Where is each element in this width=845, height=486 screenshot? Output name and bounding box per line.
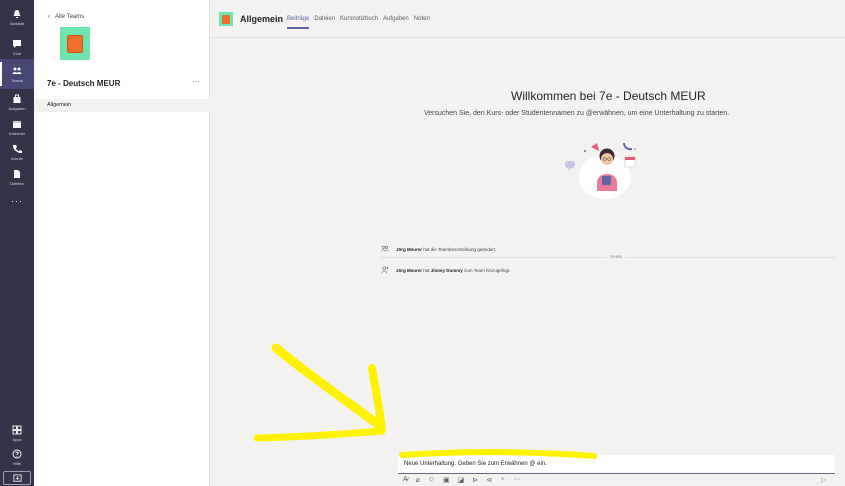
rail-label: Chat xyxy=(12,50,22,56)
message-actor[interactable]: Jörg Meurer xyxy=(396,247,422,252)
emoji-icon[interactable]: ☺ xyxy=(428,476,435,484)
rail-chat[interactable]: Chat xyxy=(0,32,34,62)
calendar-icon xyxy=(13,120,21,128)
praise-icon[interactable]: ♀ xyxy=(500,476,505,484)
chevron-left-icon: ‹ xyxy=(48,14,50,20)
arrow-stroke xyxy=(271,343,385,431)
welcome-illustration xyxy=(565,142,636,199)
rail-activity[interactable]: Aktivität xyxy=(0,2,34,32)
message-actor[interactable]: Jörg Meurer xyxy=(396,268,422,273)
attach-icon[interactable]: ⌀ xyxy=(416,476,420,484)
message-text: hat die Teambeschreibung geändert. xyxy=(422,246,497,252)
format-icon[interactable]: A̷ xyxy=(403,476,408,484)
tab-class-notebook[interactable]: Kursnotizbuch xyxy=(340,16,378,22)
rail-label: Apps xyxy=(12,436,22,442)
team-more-options-button[interactable]: ··· xyxy=(192,77,200,86)
team-edit-icon xyxy=(381,245,389,252)
back-label: Alle Teams xyxy=(55,14,85,20)
tab-assignments[interactable]: Aufgaben xyxy=(383,16,409,22)
team-logo-icon xyxy=(222,14,230,24)
download-icon xyxy=(12,473,22,482)
message-text: hat xyxy=(422,267,431,273)
team-avatar xyxy=(60,27,90,60)
arrow-head-stroke xyxy=(368,364,386,434)
meet-icon[interactable]: ⊳ xyxy=(472,476,478,484)
gif-icon[interactable]: ▣ xyxy=(443,476,450,484)
chat-icon xyxy=(13,39,21,48)
apps-icon xyxy=(12,425,22,434)
rail-label: Anrufe xyxy=(11,155,23,161)
bell-icon xyxy=(13,9,21,18)
channel-item-allgemein[interactable]: Allgemein xyxy=(34,99,210,112)
tab-posts[interactable]: Beiträge xyxy=(287,16,310,29)
send-button[interactable]: ▷ xyxy=(821,476,826,484)
phone-icon xyxy=(12,144,22,153)
rail-label: Teams xyxy=(11,77,23,83)
sticker-icon[interactable]: ◪ xyxy=(458,476,465,484)
assignments-icon xyxy=(13,94,21,103)
date-divider: Heute xyxy=(607,254,626,259)
tab-files[interactable]: Dateien xyxy=(314,16,335,22)
file-icon xyxy=(14,169,20,178)
channel-title: Allgemein xyxy=(240,14,284,24)
rail-help[interactable]: Hilfe xyxy=(0,442,34,472)
welcome-subtitle: Versuchen Sie, den Kurs- oder Studentenn… xyxy=(424,110,730,117)
rail-label: Aktivität xyxy=(9,20,24,26)
rail-label: Hilfe xyxy=(12,460,21,466)
add-member-icon xyxy=(381,266,389,274)
more-icon[interactable]: ··· xyxy=(513,476,520,484)
channel-avatar xyxy=(219,12,233,26)
welcome-title: Willkommen bei 7e - Deutsch MEUR xyxy=(511,89,706,103)
compose-box[interactable]: Neue Unterhaltung. Geben Sie zum Erwähne… xyxy=(398,455,835,474)
tab-grades[interactable]: Noten xyxy=(414,16,430,22)
team-logo-icon xyxy=(67,34,83,53)
system-message: Jörg Meurer hat die Teambeschreibung geä… xyxy=(381,245,496,253)
app-rail: Aktivität Chat Teams Aufgaben Kalender A… xyxy=(0,0,34,486)
system-message-text: Jörg Meurer hat Jimmy Dummy zum Team hin… xyxy=(396,268,511,273)
rail-more-button[interactable]: ··· xyxy=(0,196,34,206)
team-name[interactable]: 7e - Deutsch MEUR xyxy=(47,79,120,88)
send-icon: ▷ xyxy=(821,477,827,484)
rail-teams[interactable]: Teams xyxy=(0,59,34,89)
system-message-text: Jörg Meurer hat die Teambeschreibung geä… xyxy=(396,247,496,252)
download-app-button[interactable] xyxy=(3,471,31,485)
rail-label: Aufgaben xyxy=(8,105,26,111)
compose-toolbar: A̷ ⌀ ☺ ▣ ◪ ⊳ ⊲ ♀ ··· xyxy=(403,476,520,484)
channel-header: Allgemein Beiträge Dateien Kursnotizbuch… xyxy=(210,0,845,38)
message-text: zum Team hinzugefügt. xyxy=(462,267,511,273)
stream-icon[interactable]: ⊲ xyxy=(486,476,492,484)
message-target[interactable]: Jimmy Dummy xyxy=(431,268,463,273)
teams-icon xyxy=(12,67,22,74)
back-to-teams-link[interactable]: ‹ Alle Teams xyxy=(48,14,84,20)
rail-label: Dateien xyxy=(10,180,24,186)
help-icon xyxy=(12,449,22,458)
rail-label: Kalender xyxy=(8,130,25,136)
rail-files[interactable]: Dateien xyxy=(0,162,34,192)
channel-tabs: Beiträge Dateien Kursnotizbuch Aufgaben … xyxy=(287,16,430,29)
team-panel: ‹ Alle Teams 7e - Deutsch MEUR ··· Allge… xyxy=(34,0,210,486)
system-message: Jörg Meurer hat Jimmy Dummy zum Team hin… xyxy=(381,266,511,274)
arrow-head-stroke xyxy=(253,427,386,442)
